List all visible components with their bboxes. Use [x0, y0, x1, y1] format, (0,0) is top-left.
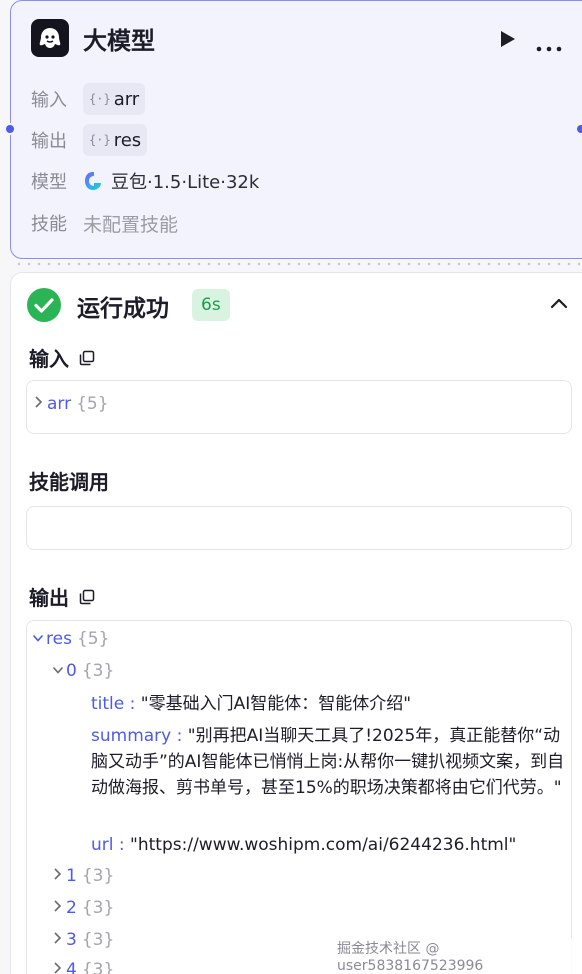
output-row: 输出 {·} res [31, 124, 148, 156]
skill-row: 技能 未配置技能 [31, 207, 178, 239]
input-tree-root[interactable]: arr {5} [33, 394, 109, 414]
output-item-0[interactable]: 0 {3} [52, 661, 114, 681]
input-tree-key: arr [47, 394, 72, 414]
title-field: title : "零基础入门AI智能体：智能体介绍" [91, 694, 412, 714]
output-section-title: 输出 [29, 582, 95, 611]
dotted-connector [14, 261, 582, 267]
item-index: 0 [66, 661, 77, 681]
item-count: {3} [81, 898, 115, 918]
input-row: 输入 {·} arr [31, 83, 146, 115]
field-value: "零基础入门AI智能体：智能体介绍" [140, 694, 412, 714]
input-var-name: arr [113, 88, 140, 110]
output-tree-root[interactable]: res {5} [32, 629, 109, 649]
field-key: summary [91, 726, 172, 746]
url-field: url : "https://www.woshipm.com/ai/624423… [91, 835, 517, 855]
output-var-name: res [113, 129, 142, 151]
chevron-up-icon[interactable] [550, 297, 568, 309]
output-label: 输出 [31, 131, 67, 152]
skills-json-box [26, 506, 572, 550]
chevron-down-icon[interactable] [32, 629, 44, 649]
output-tree-count: {5} [76, 629, 110, 649]
chevron-right-icon[interactable] [52, 930, 64, 950]
output-tree-key: res [46, 629, 72, 649]
model-row: 模型 豆包·1.5·Lite·32k [31, 165, 259, 197]
output-item-1[interactable]: 1 {3} [52, 866, 114, 886]
input-label: 输入 [31, 90, 67, 111]
watermark: 掘金技术社区 @ user5838167523996 [335, 938, 582, 974]
variable-brace-icon: {·} [89, 133, 111, 147]
success-check-icon [27, 288, 61, 322]
skills-section-title: 技能调用 [29, 470, 109, 494]
item-index: 1 [66, 866, 77, 886]
input-section-title: 输入 [29, 343, 95, 372]
input-json-box: arr {5} [26, 380, 572, 434]
chevron-right-icon[interactable] [33, 394, 45, 414]
skill-label: 技能 [31, 214, 67, 235]
item-count: {3} [81, 960, 115, 974]
run-status: 运行成功 [77, 296, 169, 322]
copy-icon[interactable] [79, 350, 95, 366]
chevron-down-icon[interactable] [52, 661, 64, 681]
input-port-handle[interactable] [4, 123, 16, 135]
output-section-label: 输出 [29, 586, 69, 610]
output-var-chip[interactable]: {·} res [83, 124, 148, 156]
variable-brace-icon: {·} [89, 92, 111, 106]
chevron-right-icon[interactable] [52, 960, 64, 974]
chevron-right-icon[interactable] [52, 866, 64, 886]
item-index: 2 [66, 898, 77, 918]
field-value: "https://www.woshipm.com/ai/6244236.html… [130, 835, 517, 855]
item-count: {3} [81, 866, 115, 886]
output-item-4[interactable]: 4 {3} [52, 960, 114, 974]
output-item-3[interactable]: 3 {3} [52, 930, 114, 950]
doubao-logo-icon [85, 172, 101, 190]
chevron-right-icon[interactable] [52, 898, 64, 918]
node-title: 大模型 [83, 27, 155, 55]
llm-node-icon [31, 19, 69, 57]
output-port-handle[interactable] [575, 123, 582, 135]
summary-field: summary : "别再把AI当聊天工具了!2025年，真正能替你“动脑又动手… [91, 726, 565, 798]
play-icon[interactable] [497, 29, 517, 53]
field-key: title [91, 694, 125, 714]
input-tree-count: {5} [76, 394, 109, 414]
input-section-label: 输入 [29, 347, 69, 371]
item-index: 4 [66, 960, 77, 974]
duration-badge: 6s [192, 289, 230, 321]
item-count: {3} [81, 661, 115, 681]
field-key: url [91, 835, 114, 855]
output-json-box: res {5} 0 {3} title : "零基础入门AI智能体：智能体介绍"… [26, 620, 572, 974]
copy-icon[interactable] [79, 589, 95, 605]
model-name[interactable]: 豆包·1.5·Lite·32k [111, 168, 259, 194]
skill-value: 未配置技能 [83, 213, 179, 236]
more-icon[interactable] [536, 37, 562, 56]
input-var-chip[interactable]: {·} arr [83, 83, 146, 115]
output-item-2[interactable]: 2 {3} [52, 898, 114, 918]
item-count: {3} [81, 930, 115, 950]
model-label: 模型 [31, 172, 67, 193]
run-result-panel: 运行成功 6s 输入 arr {5} 技能调用 输出 res {5} 0 {3}… [10, 272, 582, 974]
item-index: 3 [66, 930, 77, 950]
llm-node-card[interactable]: 大模型 输入 {·} arr 输出 {·} res 模型 豆包·1.5·Lite… [10, 0, 582, 259]
